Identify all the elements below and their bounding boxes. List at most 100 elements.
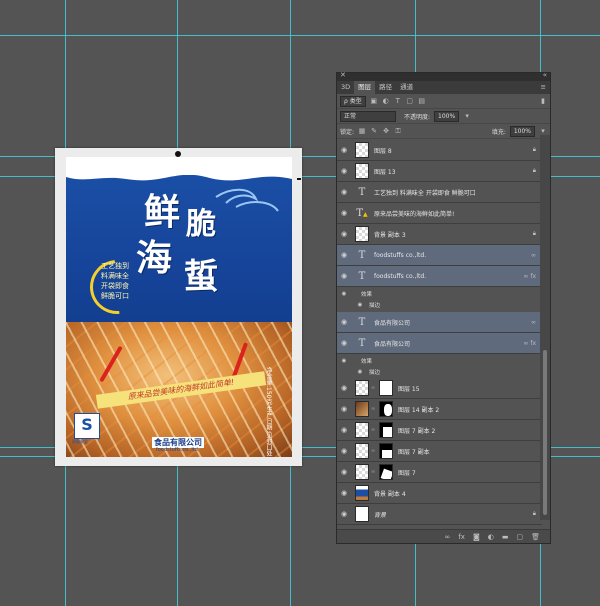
- new-layer-icon[interactable]: ▢: [516, 533, 523, 541]
- layer-row[interactable]: ◉ T 工艺独到 料满味全 开袋即食 鲜脆可口: [337, 182, 542, 203]
- visibility-eye-icon[interactable]: ◉: [337, 146, 351, 154]
- fx-icon[interactable]: ∞ fx: [523, 340, 536, 347]
- visibility-eye-icon[interactable]: ◉: [337, 291, 351, 297]
- lock-move-icon[interactable]: ✥: [382, 127, 390, 135]
- lock-paint-icon[interactable]: ✎: [370, 127, 378, 135]
- layer-thumbnail: [355, 163, 369, 179]
- document-canvas[interactable]: 鲜 脆 海 蜇 工艺独到 料满味全 开袋即食 鲜脆可口 原来品尝美味的海鲜如此简…: [55, 148, 302, 466]
- lock-transparent-icon[interactable]: ▦: [358, 127, 366, 135]
- layer-mask-thumbnail[interactable]: [379, 443, 393, 459]
- layer-row[interactable]: ◉ 背景 副本 4: [337, 483, 542, 504]
- close-icon[interactable]: ✕: [340, 71, 346, 79]
- filter-adjust-icon[interactable]: ◐: [382, 97, 390, 105]
- visibility-eye-icon[interactable]: ◉: [337, 318, 351, 326]
- mask-icon[interactable]: ◙: [473, 533, 480, 541]
- chain-icon[interactable]: ∞: [371, 427, 376, 433]
- transform-handle[interactable]: [297, 178, 301, 180]
- visibility-eye-icon[interactable]: ◉: [337, 510, 351, 518]
- chain-icon[interactable]: ∞: [371, 385, 376, 391]
- layer-mask-thumbnail[interactable]: [379, 464, 393, 480]
- layer-row[interactable]: ◉ 背景 副本 3 🔒︎: [337, 224, 542, 245]
- effects-row[interactable]: ◉ 效果: [337, 355, 542, 366]
- layers-scrollbar[interactable]: [540, 135, 550, 520]
- collapse-icon[interactable]: «: [543, 71, 547, 79]
- stroke-effect-row[interactable]: ◉ 描边: [337, 299, 542, 310]
- filter-toggle-icon[interactable]: ▮: [539, 97, 547, 105]
- layer-row[interactable]: ◉ 背景 🔒︎: [337, 504, 542, 525]
- visibility-eye-icon[interactable]: ◉: [337, 230, 351, 238]
- chain-icon[interactable]: ∞: [371, 469, 376, 475]
- chevron-down-icon[interactable]: ▾: [539, 127, 547, 135]
- fx-icon[interactable]: fx: [458, 533, 465, 541]
- visibility-eye-icon[interactable]: ◉: [353, 369, 367, 375]
- tab-layers[interactable]: 图层: [354, 81, 376, 94]
- layer-row[interactable]: ◉ 图层 13 🔒︎: [337, 161, 542, 182]
- layers-list[interactable]: ◉ 图层 8 🔒︎ ◉ 图层 13 🔒︎ ◉ T 工艺独到 料满味全 开袋即食 …: [337, 135, 542, 525]
- visibility-eye-icon[interactable]: ◉: [337, 384, 351, 392]
- visibility-eye-icon[interactable]: ◉: [337, 426, 351, 434]
- layers-panel[interactable]: ✕ « 3D 图层 路径 通道 ≡ ρ 类型 ▣ ◐ T ▢ ▤ ▮ 正常 不透…: [336, 71, 551, 544]
- lock-all-icon[interactable]: ⚿: [394, 127, 402, 135]
- panel-footer: ∞ fx ◙ ◐ ▬ ▢ 🗑︎: [337, 529, 550, 543]
- stroke-effect-row[interactable]: ◉ 描边: [337, 366, 542, 377]
- visibility-eye-icon[interactable]: ◉: [337, 209, 351, 217]
- visibility-eye-icon[interactable]: ◉: [337, 447, 351, 455]
- layer-row[interactable]: ◉ ∞ 图层 14 副本 2: [337, 399, 542, 420]
- tab-paths[interactable]: 路径: [375, 81, 396, 94]
- side-info-text: 净含量:150克 生产日期:见封口处: [265, 367, 272, 457]
- layer-row[interactable]: ◉ 图层 8 🔒︎: [337, 140, 542, 161]
- layer-mask-thumbnail[interactable]: [379, 401, 393, 417]
- text-layer-icon: T: [358, 249, 366, 261]
- visibility-eye-icon[interactable]: ◉: [353, 302, 367, 308]
- text-layer-icon: T: [358, 337, 366, 349]
- visibility-eye-icon[interactable]: ◉: [337, 188, 351, 196]
- blend-mode-select[interactable]: 正常: [340, 110, 396, 122]
- layer-row-selected[interactable]: ◉ T 食品有限公司 ∞ fx: [337, 333, 542, 354]
- trash-icon[interactable]: 🗑︎: [531, 533, 540, 541]
- filter-row: ρ 类型 ▣ ◐ T ▢ ▤ ▮: [337, 94, 550, 109]
- layer-name: 背景 副本 3: [374, 231, 406, 239]
- link-icon[interactable]: ∞: [445, 533, 451, 541]
- tab-3d[interactable]: 3D: [337, 81, 354, 94]
- filter-smart-icon[interactable]: ▤: [418, 97, 426, 105]
- layer-name: foodstuffs co.,ltd.: [374, 272, 427, 280]
- visibility-eye-icon[interactable]: ◉: [337, 468, 351, 476]
- visibility-eye-icon[interactable]: ◉: [337, 167, 351, 175]
- effects-row[interactable]: ◉ 效果: [337, 288, 542, 299]
- visibility-eye-icon[interactable]: ◉: [337, 358, 351, 364]
- filter-text-icon[interactable]: T: [394, 97, 402, 105]
- chain-icon[interactable]: ∞: [371, 448, 376, 454]
- layer-mask-thumbnail[interactable]: [379, 380, 393, 396]
- layer-row-selected[interactable]: ◉ T foodstuffs co.,ltd. ∞ fx: [337, 266, 542, 287]
- visibility-eye-icon[interactable]: ◉: [337, 405, 351, 413]
- layer-name: 原来品尝美味的海鲜如此简单!: [374, 210, 455, 218]
- layer-thumbnail: [355, 380, 369, 396]
- panel-menu-icon[interactable]: ≡: [541, 81, 550, 94]
- adjustment-icon[interactable]: ◐: [488, 533, 494, 541]
- layer-mask-thumbnail[interactable]: [379, 422, 393, 438]
- visibility-eye-icon[interactable]: ◉: [337, 272, 351, 280]
- filter-kind-select[interactable]: ρ 类型: [340, 95, 366, 107]
- visibility-eye-icon[interactable]: ◉: [337, 251, 351, 259]
- visibility-eye-icon[interactable]: ◉: [337, 489, 351, 497]
- folder-icon[interactable]: ▬: [502, 533, 509, 541]
- chain-icon[interactable]: ∞: [371, 406, 376, 412]
- layer-row[interactable]: ◉ ∞ 图层 7 副本 2: [337, 420, 542, 441]
- layer-row[interactable]: ◉ ∞ 图层 15: [337, 378, 542, 399]
- layer-row[interactable]: ◉ ∞ 图层 7 副本: [337, 441, 542, 462]
- layer-row-selected[interactable]: ◉ T 食品有限公司 ∞: [337, 312, 542, 333]
- filter-shape-icon[interactable]: ▢: [406, 97, 414, 105]
- layer-row[interactable]: ◉ ∞ 图层 7: [337, 462, 542, 483]
- visibility-eye-icon[interactable]: ◉: [337, 339, 351, 347]
- scrollbar-thumb[interactable]: [543, 350, 547, 515]
- layer-row[interactable]: ◉ T▲ 原来品尝美味的海鲜如此简单!: [337, 203, 542, 224]
- filter-pixel-icon[interactable]: ▣: [370, 97, 378, 105]
- fx-icon[interactable]: ∞ fx: [523, 273, 536, 280]
- opacity-input[interactable]: 100%: [434, 110, 460, 122]
- transform-handle[interactable]: [175, 151, 181, 157]
- chevron-down-icon[interactable]: ▾: [463, 112, 471, 120]
- layer-row-selected[interactable]: ◉ T foodstuffs co.,ltd. ∞: [337, 245, 542, 266]
- panel-titlebar[interactable]: ✕ «: [337, 71, 550, 81]
- blend-row: 正常 不透明度: 100% ▾: [337, 109, 550, 124]
- tab-channels[interactable]: 通道: [396, 81, 417, 94]
